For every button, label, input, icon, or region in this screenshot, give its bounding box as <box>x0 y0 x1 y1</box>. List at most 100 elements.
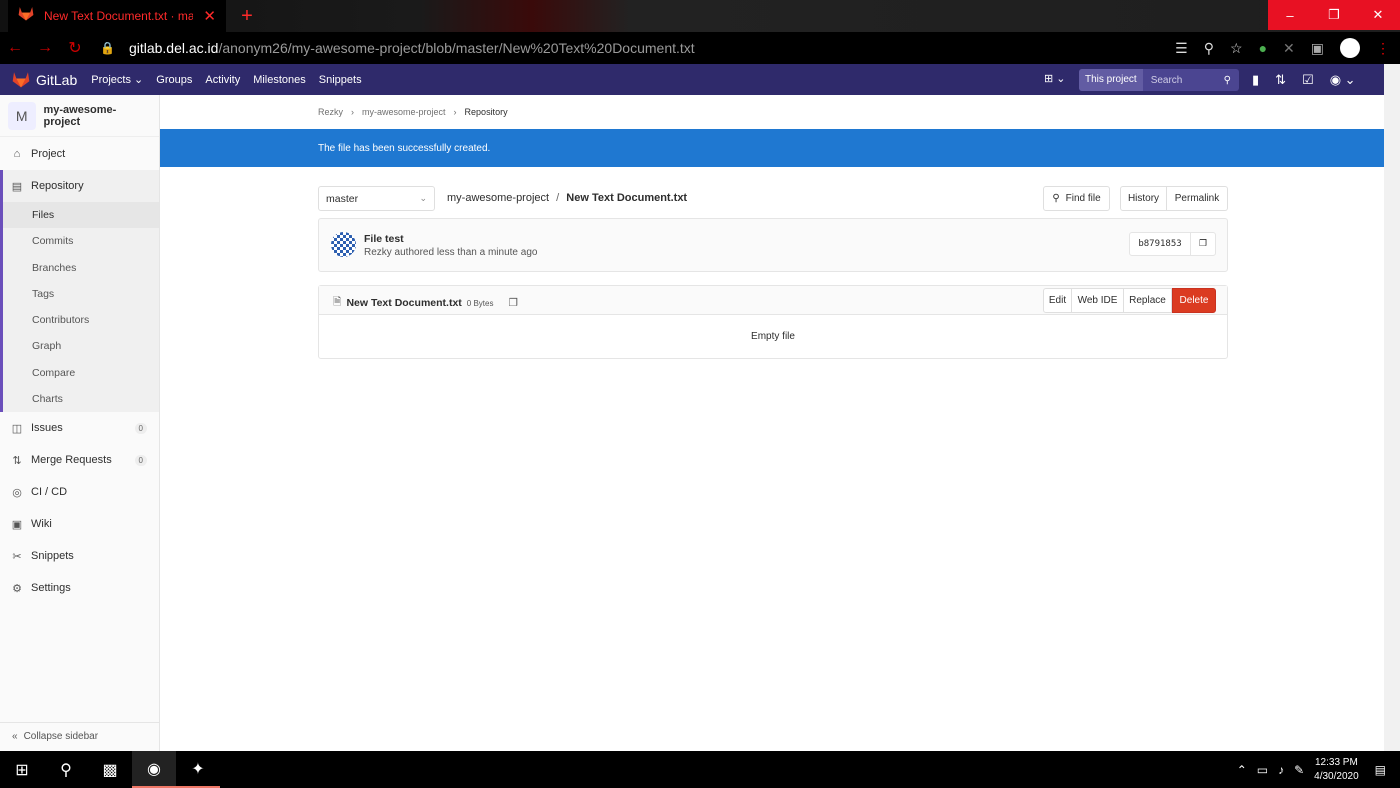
copy-path-icon[interactable]: ❐ <box>508 297 517 309</box>
collapse-sidebar-button[interactable]: « Collapse sidebar <box>0 722 159 750</box>
sidebar-subitem-files[interactable]: Files <box>3 202 159 229</box>
gitlab-logo[interactable]: GitLab <box>12 71 77 88</box>
sidebar-item-repository[interactable]: ▤ Repository <box>0 170 159 202</box>
profile-avatar[interactable] <box>1340 38 1360 58</box>
translate-icon[interactable]: ☰ <box>1175 40 1188 57</box>
repository-submenu: Files Commits Branches Tags Contributors… <box>0 202 159 413</box>
nav-projects[interactable]: Projects ⌄ <box>91 73 143 86</box>
commit-sha[interactable]: b8791853 <box>1130 233 1190 255</box>
sidebar-item-cicd[interactable]: ◎ CI / CD <box>0 476 159 508</box>
project-avatar: M <box>8 101 36 130</box>
branch-selector[interactable]: master ⌄ <box>318 186 435 211</box>
new-item-plus-icon[interactable]: ⊞ ⌄ <box>1044 72 1066 85</box>
pen-icon[interactable]: ✎ <box>1294 763 1304 777</box>
search-icon: ⚲ <box>1223 74 1231 86</box>
sidebar-item-snippets[interactable]: ✂ Snippets <box>0 540 159 572</box>
author-avatar[interactable] <box>331 232 356 257</box>
gitlab-tanuki-icon <box>12 72 30 88</box>
merge-request-icon[interactable]: ⇅ <box>1275 72 1286 88</box>
web-ide-button[interactable]: Web IDE <box>1072 288 1124 313</box>
permalink-button[interactable]: Permalink <box>1167 186 1228 211</box>
clock[interactable]: 12:33 PM 4/30/2020 <box>1314 756 1359 784</box>
bookmark-star-icon[interactable]: ☆ <box>1230 40 1243 57</box>
merge-request-icon: ⇅ <box>12 454 22 467</box>
windows-start-icon[interactable]: ⊞ <box>0 751 44 788</box>
chevron-up-icon[interactable]: ⌃ <box>1237 763 1247 777</box>
delete-button[interactable]: Delete <box>1172 288 1216 313</box>
task-view-icon[interactable]: ▩ <box>88 751 132 788</box>
tab-close-icon[interactable]: ✕ <box>203 7 216 25</box>
url-field[interactable]: gitlab.del.ac.id/anonym26/my-awesome-pro… <box>129 40 695 56</box>
nav-snippets[interactable]: Snippets <box>319 74 362 86</box>
sidebar-item-settings[interactable]: ⚙ Settings <box>0 572 159 604</box>
path-separator: / <box>556 192 560 204</box>
commit-meta: Rezky authored less than a minute ago <box>364 247 538 258</box>
sidebar-item-label: Issues <box>31 422 63 435</box>
search-input[interactable]: Search <box>1151 75 1224 86</box>
window-controls: – ❐ ✕ <box>1268 0 1400 30</box>
find-file-button[interactable]: ⚲ Find file <box>1043 186 1110 211</box>
chevron-down-icon: ⌄ <box>419 193 427 203</box>
browser-menu-icon[interactable]: ⋮ <box>1376 40 1390 57</box>
search-icon[interactable]: ⚲ <box>44 751 88 788</box>
sidebar-subitem-compare[interactable]: Compare <box>3 359 159 387</box>
home-icon: ⌂ <box>13 148 21 160</box>
brand-name: GitLab <box>36 71 78 88</box>
breadcrumb-repository[interactable]: Repository <box>465 107 508 117</box>
close-window-button[interactable]: ✕ <box>1356 0 1400 30</box>
copy-clipboard-icon[interactable]: ❐ <box>1190 233 1215 255</box>
path-project-link[interactable]: my-awesome-project <box>447 192 549 204</box>
breadcrumb-user[interactable]: Rezky <box>318 107 343 117</box>
forward-arrow-icon[interactable]: → <box>30 39 60 57</box>
sidebar-project-header[interactable]: M my-awesome-project <box>0 95 159 137</box>
file-size: 0 Bytes <box>466 298 494 308</box>
edit-button[interactable]: Edit <box>1043 288 1072 313</box>
file-path: my-awesome-project / New Text Document.t… <box>447 192 687 204</box>
sidebar-subitem-charts[interactable]: Charts <box>3 386 159 413</box>
clock-time: 12:33 PM <box>1315 756 1358 768</box>
notifications-icon[interactable]: ▤ <box>1375 763 1386 777</box>
todo-sidebar-icon[interactable]: ▮ <box>1252 72 1259 88</box>
sidebar-item-label: Snippets <box>31 550 74 563</box>
extension-x-icon[interactable]: ✕ <box>1283 40 1295 57</box>
nav-activity[interactable]: Activity <box>205 74 240 86</box>
last-commit-panel: File test Rezky authored less than a min… <box>318 218 1228 272</box>
sidebar-item-issues[interactable]: ◫ Issues 0 <box>0 412 159 444</box>
sidebar-item-wiki[interactable]: ▣ Wiki <box>0 508 159 540</box>
back-arrow-icon[interactable]: ← <box>0 39 30 57</box>
zoom-icon[interactable]: ⚲ <box>1204 40 1214 57</box>
breadcrumb-project[interactable]: my-awesome-project <box>362 107 446 117</box>
todos-check-icon[interactable]: ☑ <box>1302 72 1314 88</box>
app-taskbar-icon[interactable]: ✦ <box>176 751 220 788</box>
user-avatar-menu[interactable]: ◉ ⌄ <box>1330 72 1356 88</box>
nav-groups[interactable]: Groups <box>156 74 192 86</box>
search-scope-badge[interactable]: This project <box>1079 69 1143 91</box>
reload-icon[interactable]: ↻ <box>60 38 90 58</box>
file-blob: 🗎 New Text Document.txt 0 Bytes ❐ Edit W… <box>318 285 1228 359</box>
chrome-taskbar-icon[interactable]: ◉ <box>132 751 176 788</box>
browser-tab[interactable]: New Text Document.txt · master ✕ <box>8 0 226 32</box>
volume-icon[interactable]: ♪ <box>1278 763 1284 777</box>
search-box[interactable]: This project Search ⚲ <box>1079 69 1239 91</box>
new-tab-button[interactable]: + <box>236 5 258 27</box>
sidebar-subitem-commits[interactable]: Commits <box>3 228 159 255</box>
sidebar-item-merge-requests[interactable]: ⇅ Merge Requests 0 <box>0 444 159 476</box>
sidebar-subitem-branches[interactable]: Branches <box>3 254 159 281</box>
replace-button[interactable]: Replace <box>1124 288 1172 313</box>
flash-message: The file has been successfully created. <box>318 142 491 154</box>
extension-icon[interactable]: ● <box>1259 40 1267 56</box>
sidebar-subitem-graph[interactable]: Graph <box>3 333 159 360</box>
nav-milestones[interactable]: Milestones <box>253 74 306 86</box>
battery-icon[interactable]: ▭ <box>1257 763 1268 777</box>
extension-puzzle-icon[interactable]: ▣ <box>1311 40 1324 57</box>
page-scrollbar[interactable] <box>1384 64 1400 751</box>
sidebar-item-project[interactable]: ⌂ Project <box>0 138 159 170</box>
maximize-button[interactable]: ❐ <box>1312 0 1356 30</box>
book-icon: ▣ <box>11 518 23 531</box>
minimize-button[interactable]: – <box>1268 0 1312 30</box>
history-button[interactable]: History <box>1120 186 1167 211</box>
sidebar-subitem-contributors[interactable]: Contributors <box>3 307 159 334</box>
commit-title[interactable]: File test <box>364 233 404 245</box>
sidebar-subitem-tags[interactable]: Tags <box>3 280 159 308</box>
gear-icon: ⚙ <box>12 582 22 595</box>
